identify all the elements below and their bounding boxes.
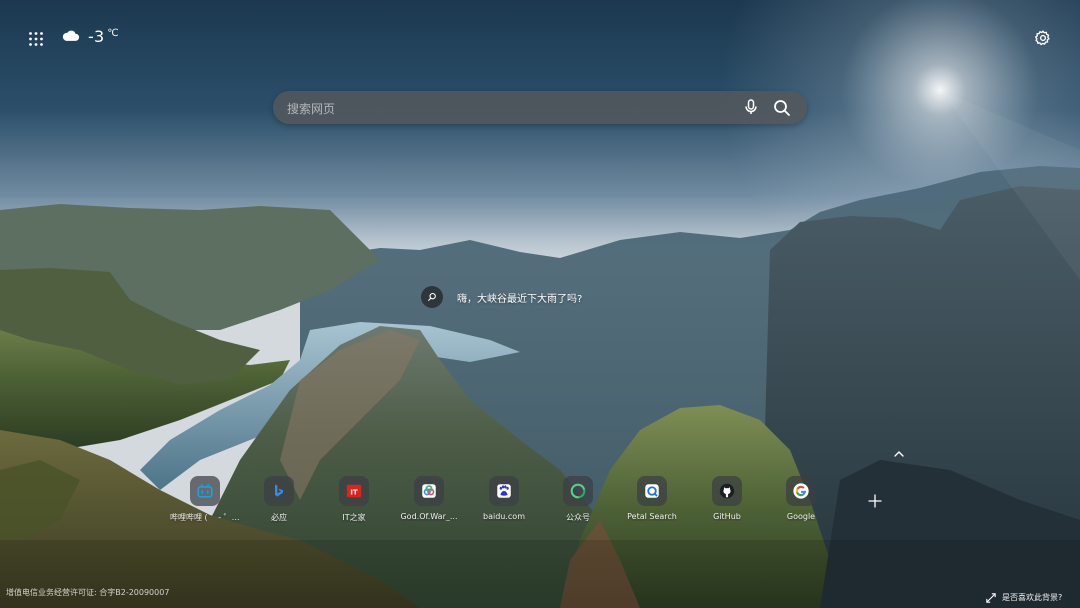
search-input[interactable] [285, 91, 729, 126]
shortcut-label: GitHub [713, 512, 741, 521]
hint-text: 嗨，大峡谷最近下大雨了吗? [457, 293, 583, 305]
cloud-icon [62, 27, 80, 46]
shortcut-ithome[interactable]: IT IT之家 [317, 476, 391, 523]
license-text[interactable]: 增值电信业务经营许可证: 合字B2-20090007 [6, 587, 169, 598]
shortcut-bing[interactable]: 必应 [242, 476, 316, 523]
microphone-icon[interactable] [742, 98, 760, 116]
add-shortcut-plus-icon[interactable] [866, 492, 884, 510]
shortcut-google[interactable]: Google [764, 476, 838, 521]
temperature-value: -3 [88, 27, 105, 46]
shortcut-label: IT之家 [342, 513, 366, 522]
shortcut-bilibili[interactable]: 哔哩哔哩 ( ゜- ゜)つロ 干杯~ [168, 476, 242, 523]
chevron-up-icon[interactable] [892, 446, 906, 460]
apps-grid-icon[interactable] [28, 31, 44, 47]
petal-search-icon [637, 476, 667, 506]
search-icon[interactable] [772, 98, 792, 118]
shortcut-wechat-official[interactable]: 公众号 [541, 476, 615, 523]
shortcut-label: 哔哩哔哩 ( ゜- ゜)つロ 干杯~ [170, 513, 240, 522]
shortcut-petal-search[interactable]: Petal Search [615, 476, 689, 521]
weather-widget[interactable]: -3 ℃ [62, 27, 119, 46]
shortcut-label: Petal Search [627, 512, 677, 521]
shortcut-label: 必应 [271, 513, 287, 522]
search-hint-icon [421, 286, 443, 308]
expand-icon [986, 588, 996, 607]
shortcut-label: baidu.com [483, 512, 525, 521]
shortcut-label: 公众号 [566, 513, 590, 522]
shortcut-baidu[interactable]: baidu.com [467, 476, 541, 521]
settings-gear-icon[interactable] [1034, 29, 1052, 47]
ithome-icon: IT [339, 476, 369, 506]
feedback-text: 是否喜欢此背景? [1002, 593, 1063, 602]
shortcut-github[interactable]: GitHub [690, 476, 764, 521]
shortcut-godofwar[interactable]: God.Of.War_... [392, 476, 466, 521]
background-info-hint[interactable]: 嗨，大峡谷最近下大雨了吗? [421, 286, 582, 308]
shortcut-label: Google [786, 512, 816, 521]
google-icon [786, 476, 816, 506]
temperature-unit: ℃ [107, 28, 119, 39]
godofwar-icon [414, 476, 444, 506]
search-bar [273, 91, 807, 126]
shortcut-label: God.Of.War_... [400, 512, 458, 521]
baidu-icon [489, 476, 519, 506]
background-feedback[interactable]: 是否喜欢此背景? [986, 588, 1062, 607]
bilibili-icon [190, 476, 220, 506]
github-icon [712, 476, 742, 506]
svg-text:IT: IT [350, 488, 358, 497]
bing-icon [264, 476, 294, 506]
shortcuts-row: 哔哩哔哩 ( ゜- ゜)つロ 干杯~ 必应 IT IT之家 God [0, 476, 1080, 526]
wechat-mp-icon [563, 476, 593, 506]
